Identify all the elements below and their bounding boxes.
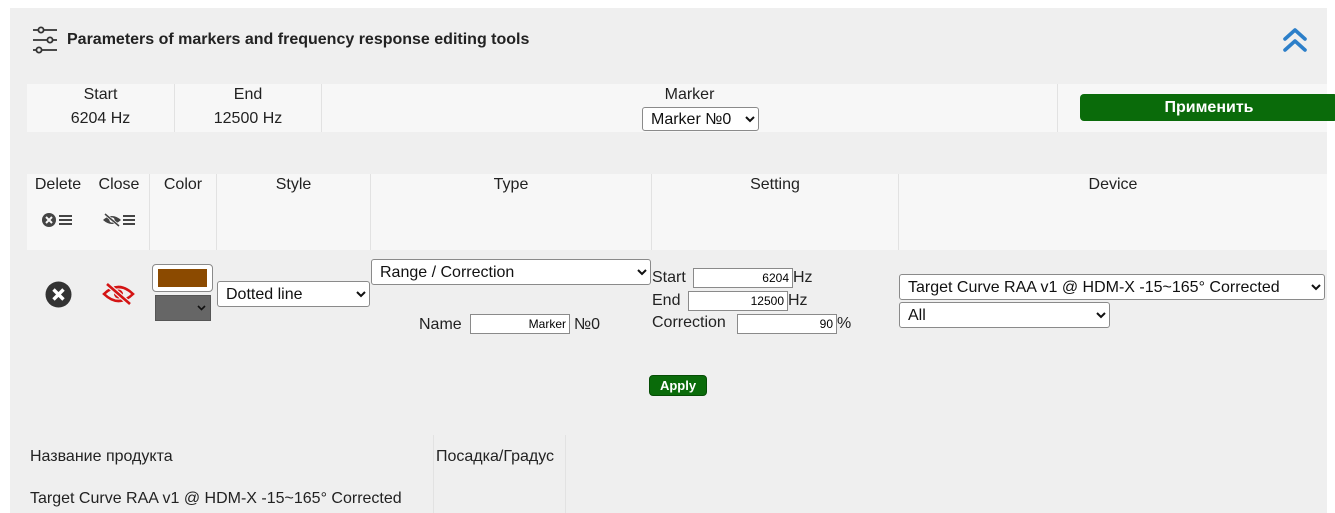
product-name-header: Название продукта: [30, 448, 173, 465]
style-select[interactable]: Dotted line: [217, 281, 370, 307]
marker-table-header: Delete Close Color Style Type Setting De…: [27, 174, 1327, 250]
marker-select[interactable]: Marker №0: [642, 107, 759, 131]
col-delete: Delete: [34, 176, 82, 193]
setting-start-input[interactable]: [693, 268, 793, 288]
marker-label: Marker: [664, 86, 715, 103]
double-chevron-up-icon[interactable]: [1280, 26, 1310, 54]
setting-start-unit: Hz: [793, 269, 813, 286]
delete-all-icon[interactable]: [41, 212, 73, 228]
setting-correction-label: Correction: [652, 314, 726, 331]
col-close: Close: [98, 176, 140, 193]
start-label: Start: [83, 86, 118, 103]
start-value: 6204 Hz: [70, 110, 131, 127]
name-label: Name: [419, 316, 462, 333]
markers-panel: Parameters of markers and frequency resp…: [10, 8, 1335, 513]
line-color-select[interactable]: [155, 295, 211, 321]
range-summary-bar: Start 6204 Hz End 12500 Hz Marker Marker…: [27, 84, 1335, 132]
col-device: Device: [1088, 176, 1138, 193]
marker-color-picker[interactable]: [152, 264, 213, 292]
end-label: End: [233, 86, 263, 103]
hide-eye-icon[interactable]: [102, 282, 135, 306]
start-cell: Start 6204 Hz: [27, 84, 174, 132]
end-value: 12500 Hz: [213, 110, 283, 127]
apply-ru-button[interactable]: Применить: [1080, 94, 1335, 121]
col-style: Style: [275, 176, 312, 193]
product-name-cell: Target Curve RAA v1 @ HDM-X -15~165° Cor…: [30, 490, 402, 507]
col-type: Type: [493, 176, 529, 193]
setting-end-label: End: [652, 292, 681, 309]
apply-button[interactable]: Apply: [649, 375, 707, 396]
col-color: Color: [163, 176, 203, 193]
divider: [433, 435, 434, 513]
setting-end-input[interactable]: [688, 291, 788, 311]
name-suffix: №0: [574, 316, 601, 333]
setting-end-unit: Hz: [788, 292, 808, 309]
divider: [1057, 84, 1058, 132]
marker-color-swatch: [158, 269, 207, 287]
device-select[interactable]: Target Curve RAA v1 @ HDM-X -15~165° Cor…: [899, 274, 1325, 300]
delete-icon[interactable]: [45, 281, 72, 308]
channel-select[interactable]: All: [899, 302, 1110, 328]
type-select[interactable]: Range / Correction: [371, 259, 651, 285]
panel-header: Parameters of markers and frequency resp…: [10, 8, 1327, 76]
divider: [565, 435, 566, 513]
name-input[interactable]: [470, 314, 570, 334]
marker-row: Dotted line Range / Correction Name №0 S…: [27, 250, 1327, 350]
setting-correction-input[interactable]: [737, 314, 837, 334]
panel-title: Parameters of markers and frequency resp…: [67, 31, 530, 48]
end-cell: End 12500 Hz: [175, 84, 321, 132]
sliders-icon: [33, 26, 57, 54]
setting-correction-unit: %: [837, 315, 852, 332]
col-setting: Setting: [750, 176, 800, 193]
hide-all-icon[interactable]: [102, 212, 136, 228]
setting-start-label: Start: [652, 269, 686, 286]
chevron-down-icon: [197, 305, 206, 311]
product-fit-header: Посадка/Градус: [436, 448, 555, 465]
